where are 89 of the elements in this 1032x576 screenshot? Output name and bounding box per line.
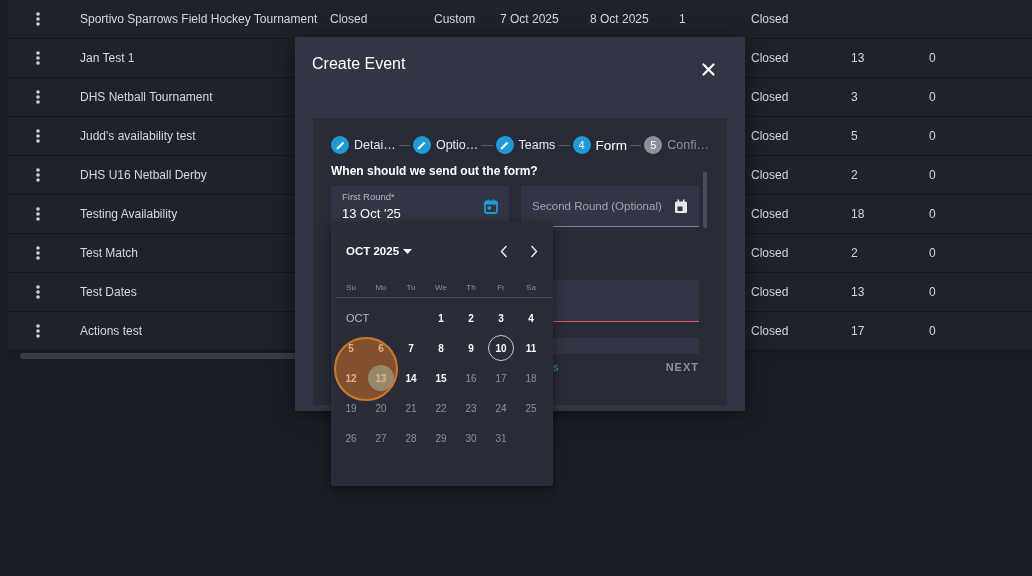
- month-year-selector[interactable]: OCT 2025: [346, 245, 413, 257]
- more-options-icon[interactable]: [36, 51, 40, 65]
- weekday-label: Th: [465, 282, 477, 292]
- table-cell: 17: [851, 324, 865, 338]
- table-cell: 0: [929, 285, 936, 299]
- table-cell: 0: [929, 207, 936, 221]
- form-question: When should we send out the form?: [331, 164, 539, 178]
- table-cell: 0: [929, 246, 936, 260]
- more-options-icon[interactable]: [36, 246, 40, 260]
- calendar-day[interactable]: 3: [488, 305, 514, 331]
- event-name: DHS U16 Netball Derby: [80, 168, 207, 182]
- calendar-day[interactable]: 8: [428, 335, 454, 361]
- table-cell: 0: [929, 129, 936, 143]
- more-options-icon[interactable]: [36, 129, 40, 143]
- pencil-icon: [334, 139, 346, 151]
- next-button[interactable]: NEXT: [665, 357, 699, 377]
- event-name: Test Dates: [80, 285, 137, 299]
- table-cell: 8 Oct 2025: [590, 12, 649, 26]
- table-cell: 2: [851, 168, 858, 182]
- chevron-left-icon[interactable]: [500, 244, 508, 258]
- event-name: Judd's availability test: [80, 129, 196, 143]
- table-cell: 18: [851, 207, 865, 221]
- table-cell: Closed: [330, 12, 368, 26]
- table-cell: Closed: [751, 168, 789, 182]
- event-name: Jan Test 1: [80, 51, 135, 65]
- more-options-icon[interactable]: [36, 168, 40, 182]
- table-cell: 0: [929, 90, 936, 104]
- calendar-day[interactable]: 6: [368, 335, 394, 361]
- more-options-icon[interactable]: [36, 324, 40, 338]
- dialog-title: Create Event: [312, 55, 406, 73]
- more-options-icon[interactable]: [36, 90, 40, 104]
- table-cell: Custom: [434, 12, 476, 26]
- link[interactable]: s: [553, 361, 559, 373]
- weekday-label: Mo: [374, 282, 388, 292]
- table-cell: Closed: [751, 207, 789, 221]
- event-name: Actions test: [80, 324, 143, 338]
- calendar-day[interactable]: 7: [398, 335, 424, 361]
- more-options-icon[interactable]: [36, 285, 40, 299]
- pencil-icon: [499, 139, 510, 151]
- calendar-day[interactable]: 9: [458, 335, 484, 361]
- calendar-day[interactable]: 5: [338, 335, 364, 361]
- table-cell: 7 Oct 2025: [500, 12, 559, 26]
- chevron-right-icon[interactable]: [530, 244, 538, 258]
- more-options-icon[interactable]: [36, 12, 40, 26]
- table-cell: Closed: [751, 246, 789, 260]
- more-options-icon[interactable]: [36, 207, 40, 221]
- table-cell: 0: [929, 324, 936, 338]
- table-cell: 13: [851, 285, 865, 299]
- table-cell: Closed: [751, 12, 789, 26]
- table-cell: 1: [679, 12, 686, 26]
- click-highlight: [334, 337, 398, 401]
- table-cell: 0: [929, 168, 936, 182]
- calendar-day[interactable]: 1: [428, 305, 454, 331]
- scrollbar-thumb[interactable]: [703, 172, 707, 228]
- table-cell: 2: [851, 246, 858, 260]
- calendar-day[interactable]: 12: [338, 365, 364, 391]
- table-cell: Closed: [751, 90, 789, 104]
- table-cell: 13: [851, 51, 865, 65]
- stepper-step[interactable]: 5 Confi…: [644, 136, 709, 154]
- stepper-step[interactable]: Teams: [495, 136, 556, 154]
- event-name: Sportivo Sparrows Field Hockey Tournament: [80, 12, 318, 26]
- table-cell: Closed: [751, 129, 789, 143]
- table-cell: Closed: [751, 324, 789, 338]
- month-label: OCT: [345, 312, 371, 324]
- weekday-label: Su: [345, 282, 357, 292]
- calendar-day[interactable]: 11: [518, 335, 544, 361]
- table-cell: Closed: [751, 51, 789, 65]
- pencil-icon: [416, 139, 428, 151]
- calendar-day[interactable]: 15: [428, 365, 454, 391]
- table-cell: Closed: [751, 285, 789, 299]
- weekday-label: Fr: [496, 282, 506, 292]
- table-cell: 0: [929, 51, 936, 65]
- event-name: DHS Netball Tournament: [80, 90, 213, 104]
- event-name: Test Match: [80, 246, 139, 260]
- calendar-day[interactable]: 14: [398, 365, 424, 391]
- second-round-date-field[interactable]: Second Round (Optional): [521, 186, 699, 227]
- weekday-label: Sa: [525, 282, 537, 292]
- stepper-step[interactable]: Optio…: [412, 136, 479, 154]
- close-icon[interactable]: [702, 63, 715, 76]
- calendar-day[interactable]: 4: [518, 305, 544, 331]
- stepper-step[interactable]: Detai…: [331, 136, 396, 154]
- event-name: Testing Availability: [80, 207, 178, 221]
- calendar-day[interactable]: 2: [458, 305, 484, 331]
- stepper-step[interactable]: 4 Form: [572, 136, 628, 154]
- table-cell: 3: [851, 90, 858, 104]
- weekday-label: Tu: [405, 282, 417, 292]
- table-cell: 5: [851, 129, 858, 143]
- weekday-label: We: [434, 282, 448, 292]
- caret-icon: [403, 248, 413, 254]
